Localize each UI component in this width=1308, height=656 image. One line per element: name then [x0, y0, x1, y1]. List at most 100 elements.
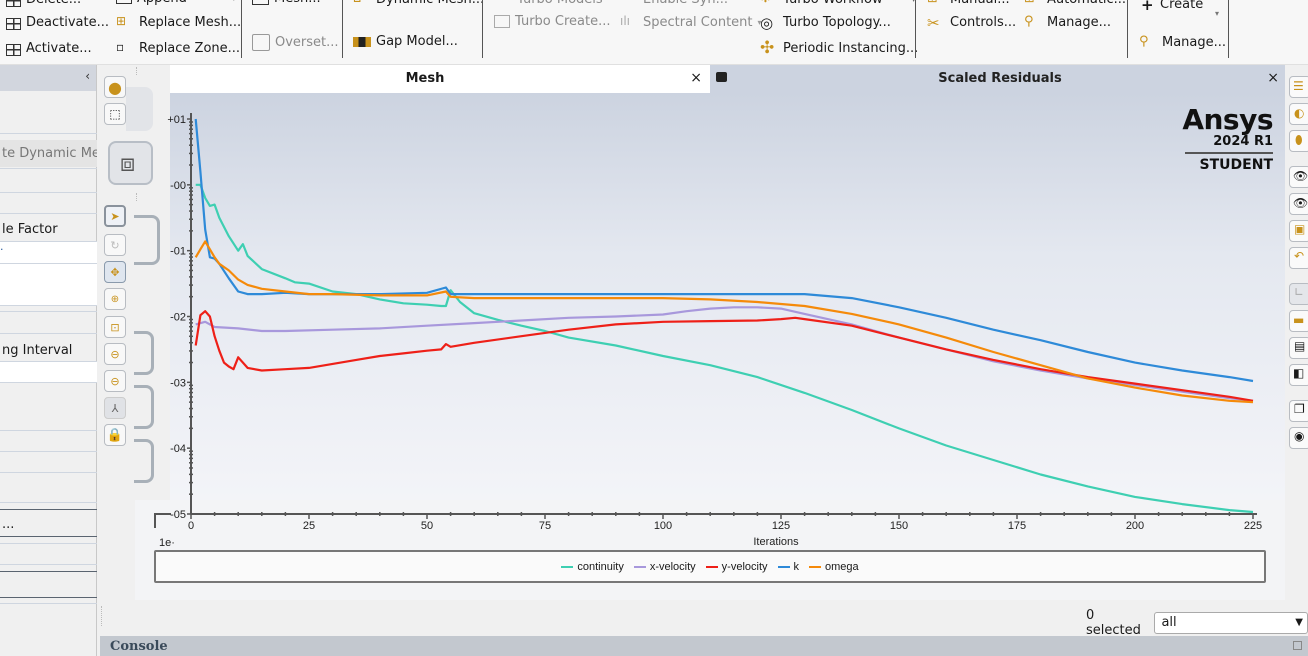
- y-tick-label: +01: [167, 114, 186, 126]
- replace-zone-icon: ▫: [116, 40, 125, 54]
- replace-zone-button[interactable]: ▫ Replace Zone...: [116, 40, 240, 56]
- y-tick-label: -00: [170, 180, 186, 192]
- legend-item-omega[interactable]: omega: [809, 561, 859, 573]
- legend-swatch: [633, 565, 646, 568]
- dynamic-mesh-option[interactable]: te Dynamic Mesh: [0, 140, 97, 167]
- layers-icon: ☰: [1293, 79, 1304, 93]
- overset-button[interactable]: Overset...: [252, 34, 339, 51]
- close-icon[interactable]: ×: [690, 70, 702, 86]
- chevron-down-icon[interactable]: ▾: [1215, 9, 1219, 18]
- legend-item-continuity[interactable]: continuity: [561, 560, 624, 573]
- undo-view-button[interactable]: ↶: [1289, 247, 1308, 269]
- axis-corner: [154, 513, 171, 528]
- select-tool-button[interactable]: ➤: [104, 205, 126, 227]
- axes-button[interactable]: ⅄: [104, 397, 126, 419]
- selection-filter-dropdown[interactable]: all ▼: [1154, 612, 1308, 634]
- pan-tool-button[interactable]: ✥: [104, 261, 126, 283]
- tab-mesh-title: Mesh: [405, 71, 445, 86]
- texture-button[interactable]: ⬮: [1289, 130, 1308, 152]
- chevron-down-icon[interactable]: ▾: [232, 0, 236, 3]
- mesh-display-button[interactable]: ●: [104, 76, 126, 98]
- y-tick-label: -02: [170, 312, 186, 324]
- tab-mesh[interactable]: Mesh ×: [170, 65, 710, 93]
- ruler-button[interactable]: ▬: [1289, 310, 1308, 332]
- legend-item-y-velocity[interactable]: y-velocity: [705, 561, 768, 573]
- turbo-create-icon: [494, 15, 510, 28]
- ellipse-icon: ⬮: [1295, 133, 1303, 147]
- mesh-button[interactable]: Mesh...: [252, 0, 321, 6]
- zoom-out-icon: ⊖: [110, 347, 120, 361]
- zoom-fit-button[interactable]: ⊖: [104, 370, 126, 392]
- turbo-topology-button[interactable]: ◎ Turbo Topology...: [760, 14, 891, 32]
- zoom-out-button[interactable]: ⊖: [104, 343, 126, 365]
- manage-button[interactable]: ⚲ Manage...: [1024, 14, 1111, 30]
- value-field[interactable]: [0, 264, 97, 305]
- view-lock-button[interactable]: 🔒: [104, 424, 126, 446]
- deactivate-button[interactable]: Deactivate...: [6, 14, 109, 30]
- delete-zone-button[interactable]: Delete...: [6, 0, 81, 7]
- close-icon[interactable]: ×: [1267, 70, 1279, 86]
- dynamic-mesh-button[interactable]: ⌂Dynamic Mesh...: [353, 0, 484, 7]
- interval-field[interactable]: [0, 362, 97, 382]
- periodic-instancing-button[interactable]: ✣ Periodic Instancing...: [760, 40, 918, 57]
- eye-icon: 👁: [1293, 169, 1308, 183]
- rotate-tool-button[interactable]: ↻: [104, 234, 126, 256]
- eye-off-icon: 👁: [1293, 196, 1308, 210]
- mesh-icon: [252, 0, 269, 5]
- turbo-models-button[interactable]: Turbo Models: [494, 0, 603, 7]
- legend-item-x-velocity[interactable]: x-velocity: [633, 561, 696, 573]
- legend-item-k[interactable]: k: [777, 561, 799, 573]
- show-button[interactable]: 👁: [1289, 166, 1308, 188]
- scale-factor-field[interactable]: ·: [0, 242, 97, 263]
- pointer-icon: ➤: [110, 209, 120, 223]
- legend-swatch: [705, 565, 718, 568]
- display-button[interactable]: ☰: [1289, 76, 1308, 98]
- tab-scaled-residuals[interactable]: Scaled Residuals ×: [710, 65, 1285, 93]
- console-panel[interactable]: Console: [100, 636, 1308, 656]
- snapshot-button[interactable]: ◉: [1289, 427, 1308, 449]
- legend-label: continuity: [577, 560, 624, 573]
- y-axis-prefix: 1e·: [159, 537, 175, 549]
- turbo-workflow-button[interactable]: ✻Turbo Workflow▾: [760, 0, 916, 7]
- manage-icon: ⚲: [1139, 34, 1149, 49]
- document-icon: ▤: [1294, 339, 1306, 353]
- series-line-y-velocity: [194, 310, 1254, 402]
- series-line-continuity: [195, 183, 1254, 514]
- spectral-content-button[interactable]: ılı Spectral Content ▾: [620, 14, 762, 30]
- gap-model-button[interactable]: Gap Model...: [353, 34, 458, 49]
- create-button[interactable]: + Create: [1141, 0, 1203, 14]
- manage-button-2[interactable]: ⚲ Manage...: [1139, 34, 1226, 50]
- gap-model-icon: [353, 36, 371, 47]
- plus-icon: +: [1141, 0, 1154, 14]
- residuals-chart[interactable]: +01 -00 -01 -02 -03 -04 -05 1e· 0 25 50 75 100 125 150…: [135, 93, 1285, 553]
- copy-button[interactable]: ▣: [1289, 220, 1308, 242]
- shading-button[interactable]: ◐: [1289, 103, 1308, 125]
- collapse-icon[interactable]: ‹: [85, 69, 90, 83]
- manual-button[interactable]: ⊞Manual...: [927, 0, 1010, 7]
- x-tick-label: 100: [654, 520, 672, 532]
- controls-icon: ✂: [927, 14, 940, 32]
- float-panel-icon[interactable]: [1293, 641, 1302, 650]
- manual-icon: ⊞: [927, 0, 945, 7]
- sphere-icon: ●: [108, 77, 122, 97]
- selection-bar: 0 selected all ▼: [1086, 608, 1308, 638]
- box-view-button[interactable]: ⬚: [104, 103, 126, 125]
- manage-icon: ⚲: [1024, 14, 1034, 29]
- zoom-tool-button[interactable]: ⊕: [104, 288, 126, 310]
- more-button[interactable]: ...: [0, 515, 97, 535]
- hide-button[interactable]: 👁: [1289, 193, 1308, 215]
- axis-button[interactable]: ∟: [1289, 283, 1308, 305]
- notes-button[interactable]: ▤: [1289, 337, 1308, 359]
- x-tick-label: 200: [1126, 520, 1144, 532]
- automatic-button[interactable]: ⊞Automatic...: [1024, 0, 1126, 7]
- window-button[interactable]: ❐: [1289, 400, 1308, 422]
- replace-mesh-button[interactable]: ⊞ Replace Mesh...: [116, 14, 241, 30]
- turbo-workflow-icon: ✻: [760, 0, 778, 7]
- append-button[interactable]: Append▾: [116, 0, 236, 6]
- controls-button[interactable]: ✂ Controls...: [927, 14, 1016, 32]
- turbo-create-button[interactable]: Turbo Create...: [494, 14, 610, 29]
- enable-syn-button[interactable]: Enable Syn...: [620, 0, 728, 7]
- activate-button[interactable]: Activate...: [6, 40, 92, 56]
- properties-button[interactable]: ◧: [1289, 364, 1308, 386]
- zoom-box-button[interactable]: ⊡: [104, 316, 126, 338]
